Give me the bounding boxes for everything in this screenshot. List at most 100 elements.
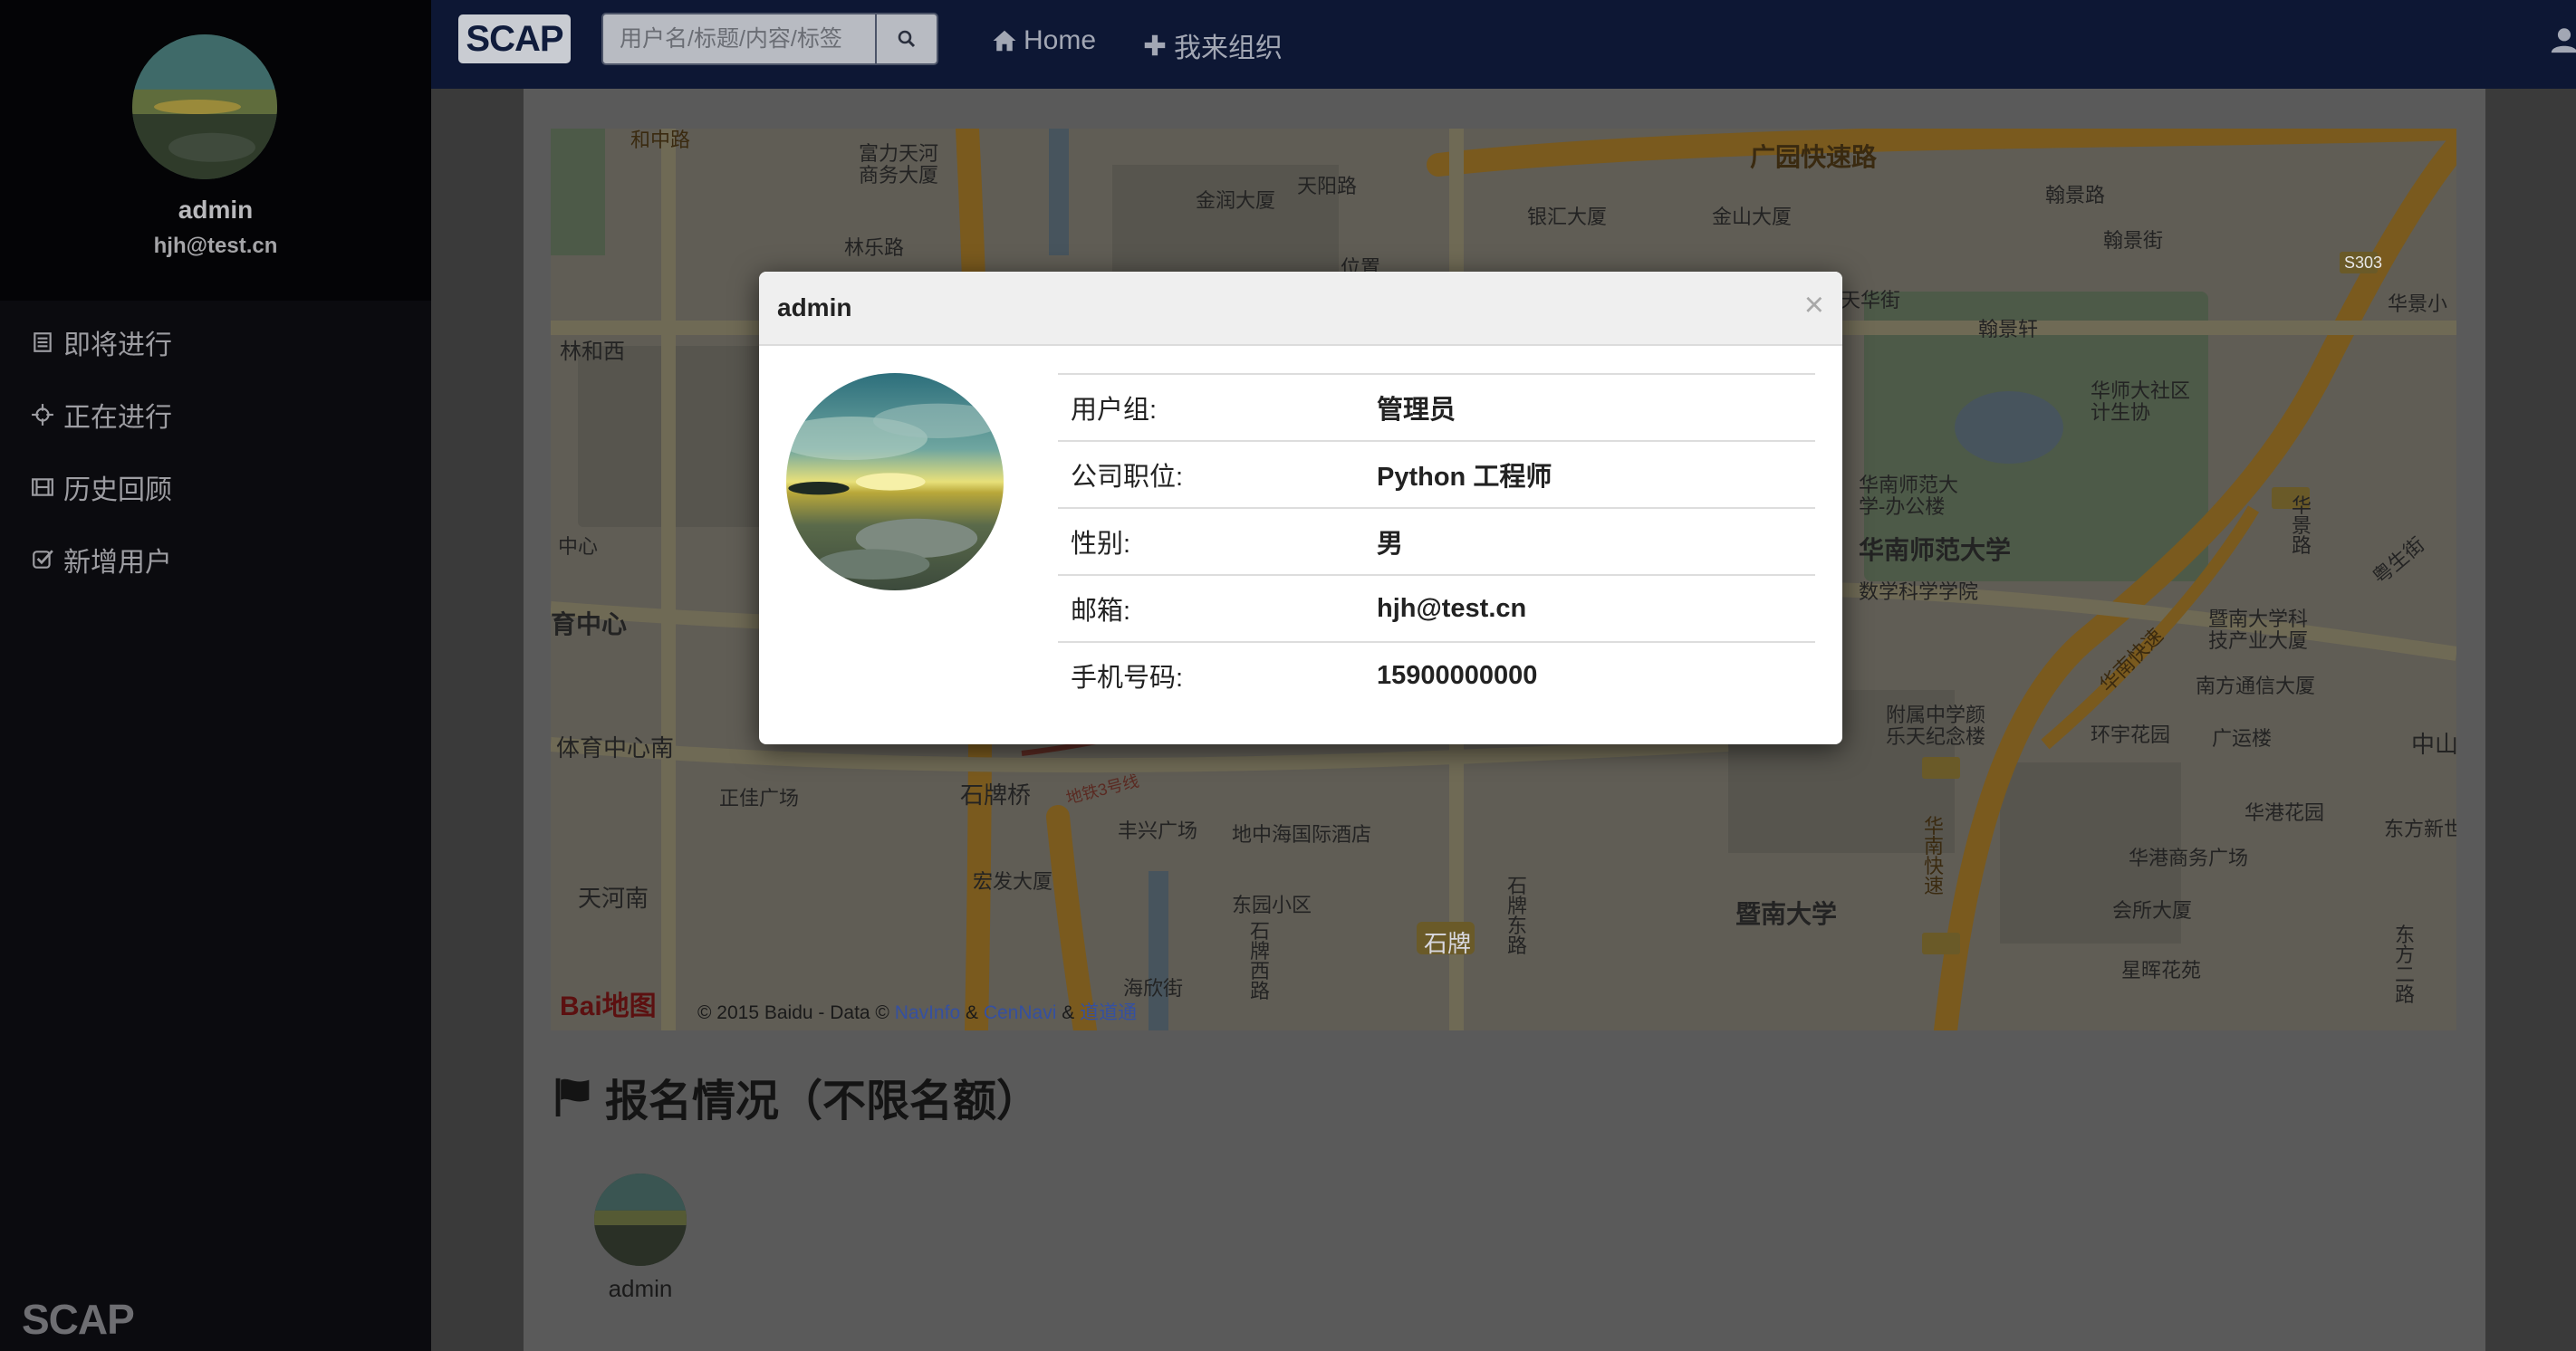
map-label: 宏发大厦 [973,870,1053,893]
map-label: 数学科学学院 [1859,580,1979,603]
table-row: 手机号码: 15900000000 [1058,641,1815,708]
map-label: 丰兴广场 [1118,819,1198,842]
copyright-amp: & [1062,1002,1075,1023]
navinfo-link[interactable]: NavInfo [895,1002,960,1023]
user-group-value: 管理员 [1364,373,1815,441]
map-label: 翰景街 [2103,229,2164,252]
flag-icon [555,1078,590,1116]
registration-heading: 报名情况（不限名额） [553,1065,1040,1128]
search-icon [898,30,916,48]
sidebar: admin hjh@test.cn 即将进行 正在进行 历史回顾 新增用户 SC… [0,0,431,1351]
close-button[interactable]: × [1804,288,1824,322]
check-square-icon [29,546,56,573]
map-label: 东方二路 [2395,924,2416,1006]
attendee-name[interactable]: admin [580,1275,701,1303]
avatar[interactable] [132,34,277,179]
baidu-logo-text: Bai地图 [560,992,657,1021]
map-label: 林和西 [560,340,625,364]
map-label: 环宇花园 [2091,723,2171,746]
map-label: 华港花园 [2244,801,2325,824]
map-label: 广园快速路 [1750,143,1878,171]
position-value: Python 工程师 [1364,440,1815,508]
map-label: 石牌西路 [1250,920,1271,1002]
map-label: 华南快速 [1924,815,1945,897]
nav-home-link[interactable]: Home [991,25,1096,56]
sidebar-item-add-user[interactable]: 新增用户 [0,523,431,596]
email-value: hjh@test.cn [1364,574,1815,642]
plus-icon [1144,34,1166,56]
daodaotong-link[interactable]: 道道通 [1080,1002,1137,1023]
map-label: 华港商务广场 [2129,847,2249,869]
map-label: 华南师范大学 [1859,536,2012,564]
sidebar-nav: 即将进行 正在进行 历史回顾 新增用户 [0,306,431,596]
sidebar-user-name: admin [178,196,254,224]
map-label: 中心 [558,535,599,558]
sidebar-item-history[interactable]: 历史回顾 [0,451,431,523]
map-label: 天阳路 [1297,175,1358,197]
crosshair-icon [29,401,56,428]
map-label: 银汇大厦 [1527,206,1608,228]
map-label: 天河南 [578,885,649,912]
table-row: 用户组: 管理员 [1058,373,1815,441]
map-label: 华师大社区计生协 [2091,379,2191,424]
map-label: 体育中心南 [556,734,675,762]
map-label: 金润大厦 [1196,189,1276,212]
map-label: 石牌 [1424,930,1472,957]
baidu-map-logo[interactable]: Bai地图 [560,983,657,1023]
map-label: 华景路 [2292,494,2312,557]
modal-avatar-image [786,373,1004,590]
map-label: 天华街 [1841,289,1901,311]
sidebar-item-label: 历史回顾 [63,475,172,505]
modal-title: admin [777,293,852,321]
attendee-avatar[interactable] [594,1174,687,1266]
cennavi-link[interactable]: CenNavi [984,1002,1057,1023]
search-button[interactable] [877,13,938,65]
map-label: 林乐路 [844,236,905,259]
map-label: 石牌东路 [1507,875,1528,957]
search-input[interactable] [601,13,877,65]
list-icon [29,329,56,356]
map-label: 富力天河商务大厦 [859,142,939,187]
modal-header: admin × [759,272,1842,346]
map-label: 石牌桥 [960,781,1032,809]
map-label: 和中路 [630,130,690,150]
sidebar-user-email: hjh@test.cn [153,234,278,258]
brand-logo[interactable]: SCAP [458,14,571,63]
map-label: 广运楼 [2212,727,2273,750]
sidebar-item-ongoing[interactable]: 正在进行 [0,378,431,451]
map-label: 翰景路 [2045,184,2106,206]
gender-label: 性别: [1058,507,1364,575]
map-label: 南方通信大厦 [2196,675,2316,697]
email-label: 邮箱: [1058,574,1364,642]
map-label: 中山 [2411,731,2456,758]
map-label: 会所大厦 [2112,899,2193,922]
copyright-text: © 2015 Baidu - Data © [697,1002,889,1023]
map-label: 地中海国际酒店 [1232,823,1372,846]
map-label: 附属中学颜乐天纪念楼 [1886,704,1986,748]
user-group-label: 用户组: [1058,373,1364,441]
sidebar-profile: admin hjh@test.cn [0,0,431,301]
table-row: 性别: 男 [1058,507,1815,575]
position-label: 公司职位: [1058,440,1364,508]
film-icon [29,474,56,501]
user-icon[interactable] [2549,24,2576,56]
map-label: S303 [2344,254,2383,272]
registration-title: 报名情况（不限名额） [605,1078,1041,1126]
map-label: 暨南大学科技产业大厦 [2208,608,2309,652]
attendee-avatar-image [594,1174,687,1266]
user-info-modal: admin × 用户组: 管理员 公司职位: Python 工程师 性别: 男 … [759,272,1842,744]
nav-organize-link[interactable]: 我来组织 [1141,25,1283,65]
map-label: 星晖花苑 [2121,959,2202,982]
sidebar-item-label: 新增用户 [63,548,172,578]
sidebar-item-upcoming[interactable]: 即将进行 [0,306,431,378]
map-label: 金山大厦 [1712,206,1793,228]
map-label: 华南师范大学-办公楼 [1859,474,1959,518]
map-label: 东方新世 [2384,818,2456,840]
sidebar-brand: SCAP [22,1296,135,1343]
map-label: 育中心 [551,610,628,638]
sidebar-item-label: 正在进行 [63,403,172,433]
gender-value: 男 [1364,507,1815,575]
sidebar-item-label: 即将进行 [63,331,172,360]
phone-label: 手机号码: [1058,641,1364,708]
user-info-table: 用户组: 管理员 公司职位: Python 工程师 性别: 男 邮箱: hjh@… [1058,373,1815,708]
